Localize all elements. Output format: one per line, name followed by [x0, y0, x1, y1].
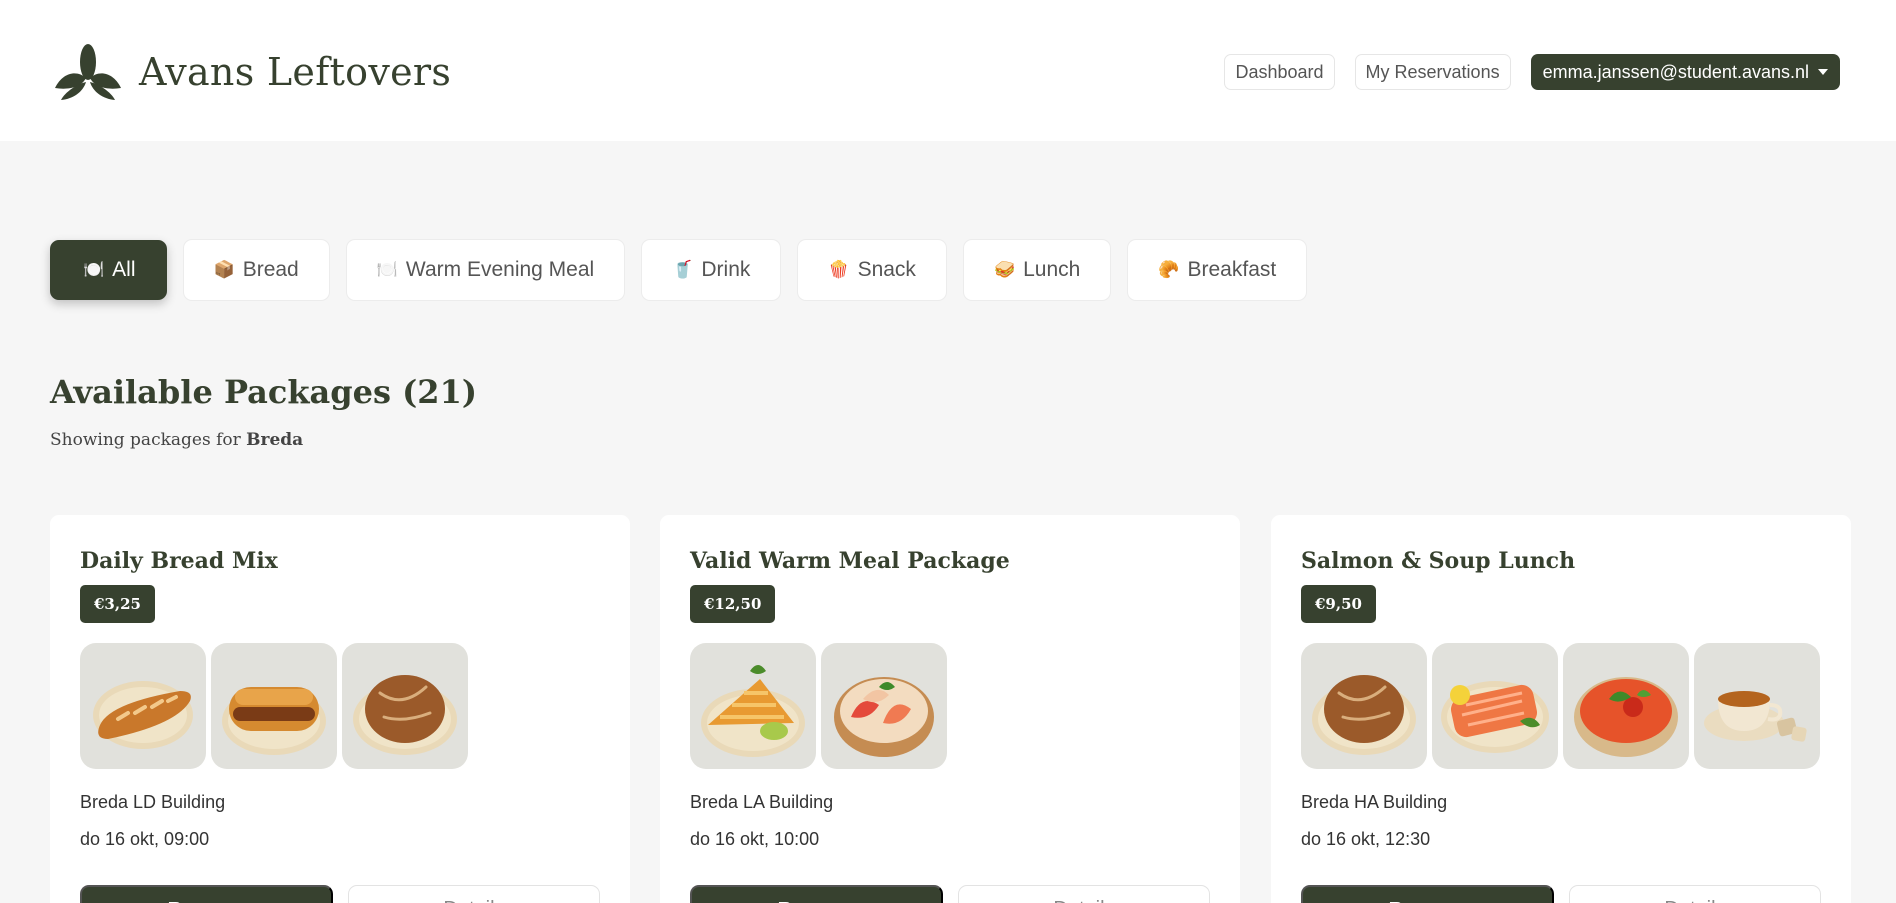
filter-bread[interactable]: 📦 Bread — [182, 239, 330, 301]
brand-link[interactable]: Avans Leftovers — [55, 44, 451, 100]
filter-label: Bread — [242, 258, 299, 281]
package-card: Valid Warm Meal Package €12,50 Breda LA … — [660, 515, 1240, 903]
caret-down-icon — [1818, 69, 1828, 75]
sandwich-icon: 🥪 — [993, 260, 1016, 279]
details-button[interactable]: Details — [958, 885, 1210, 903]
package-title: Salmon & Soup Lunch — [1301, 548, 1576, 574]
croissant-icon: 🥐 — [1158, 260, 1180, 279]
pickup-datetime: do 16 okt, 12:30 — [1301, 829, 1431, 849]
tea-image — [1694, 643, 1820, 769]
main-nav: Dashboard My Reservations emma.janssen@s… — [1224, 54, 1840, 90]
sausage-roll-image — [211, 643, 337, 769]
details-button[interactable]: Details — [348, 885, 600, 903]
cup-icon: 🥤 — [672, 260, 694, 279]
page-title: Available Packages (21) — [50, 373, 477, 411]
box-icon: 📦 — [213, 260, 235, 279]
filter-breakfast[interactable]: 🥐 Breakfast — [1127, 239, 1308, 301]
filter-label: Lunch — [1023, 258, 1081, 281]
location-subtitle: Showing packages for Breda — [50, 430, 303, 450]
price-badge: €3,25 — [80, 585, 155, 623]
product-thumbnails — [690, 643, 952, 769]
salmon-image — [1432, 643, 1558, 769]
apple-pie-image — [690, 643, 816, 769]
package-title: Daily Bread Mix — [80, 548, 278, 574]
top-navbar: Avans Leftovers Dashboard My Reservation… — [0, 0, 1896, 141]
product-thumbnails — [1301, 643, 1825, 769]
selected-city: Breda — [246, 430, 304, 450]
pickup-location: Breda HA Building — [1301, 792, 1448, 812]
plate-icon: 🍽️ — [83, 260, 105, 279]
filter-lunch[interactable]: 🥪 Lunch — [962, 239, 1112, 301]
bread-loaf-image — [1301, 643, 1427, 769]
category-filters: 🍽️ All 📦 Bread 🍽️ Warm Evening Meal 🥤 Dr… — [50, 239, 1323, 301]
filter-label: All — [112, 258, 136, 281]
filter-label: Breakfast — [1187, 258, 1277, 281]
nav-my-reservations[interactable]: My Reservations — [1354, 54, 1511, 90]
price-badge: €9,50 — [1301, 585, 1376, 623]
leaf-logo-icon — [55, 44, 121, 100]
reserve-button[interactable]: Reserve — [80, 885, 333, 903]
filter-label: Warm Evening Meal — [405, 258, 595, 281]
user-email: emma.janssen@student.avans.nl — [1542, 61, 1809, 82]
package-card: Daily Bread Mix €3,25 Breda LD Building … — [50, 515, 630, 903]
filter-warm-evening-meal[interactable]: 🍽️ Warm Evening Meal — [345, 239, 626, 301]
pickup-datetime: do 16 okt, 10:00 — [690, 829, 820, 849]
filter-snack[interactable]: 🍿 Snack — [797, 239, 947, 301]
brand-name: Avans Leftovers — [139, 50, 452, 94]
pickup-datetime: do 16 okt, 09:00 — [80, 829, 210, 849]
reserve-button[interactable]: Reserve — [690, 885, 943, 903]
package-card: Salmon & Soup Lunch €9,50 Breda HA Build… — [1271, 515, 1851, 903]
price-badge: €12,50 — [690, 585, 776, 623]
apple-slices-image — [821, 643, 947, 769]
product-thumbnails — [80, 643, 473, 769]
filter-drink[interactable]: 🥤 Drink — [641, 239, 782, 301]
filter-label: Drink — [701, 258, 751, 281]
details-button[interactable]: Details — [1569, 885, 1821, 903]
bread-loaf-image — [342, 643, 468, 769]
filter-all[interactable]: 🍽️ All — [50, 240, 167, 300]
plate-icon: 🍽️ — [376, 260, 398, 279]
baguette-image — [80, 643, 206, 769]
tomato-soup-image — [1563, 643, 1689, 769]
filter-label: Snack — [857, 258, 916, 281]
reserve-button[interactable]: Reserve — [1301, 885, 1554, 903]
package-title: Valid Warm Meal Package — [690, 548, 1010, 574]
pickup-location: Breda LD Building — [80, 792, 226, 812]
subtitle-prefix: Showing packages for — [50, 430, 247, 450]
pickup-location: Breda LA Building — [690, 792, 834, 812]
user-menu-button[interactable]: emma.janssen@student.avans.nl — [1530, 54, 1840, 90]
popcorn-icon: 🍿 — [828, 260, 850, 279]
nav-dashboard[interactable]: Dashboard — [1224, 54, 1335, 90]
